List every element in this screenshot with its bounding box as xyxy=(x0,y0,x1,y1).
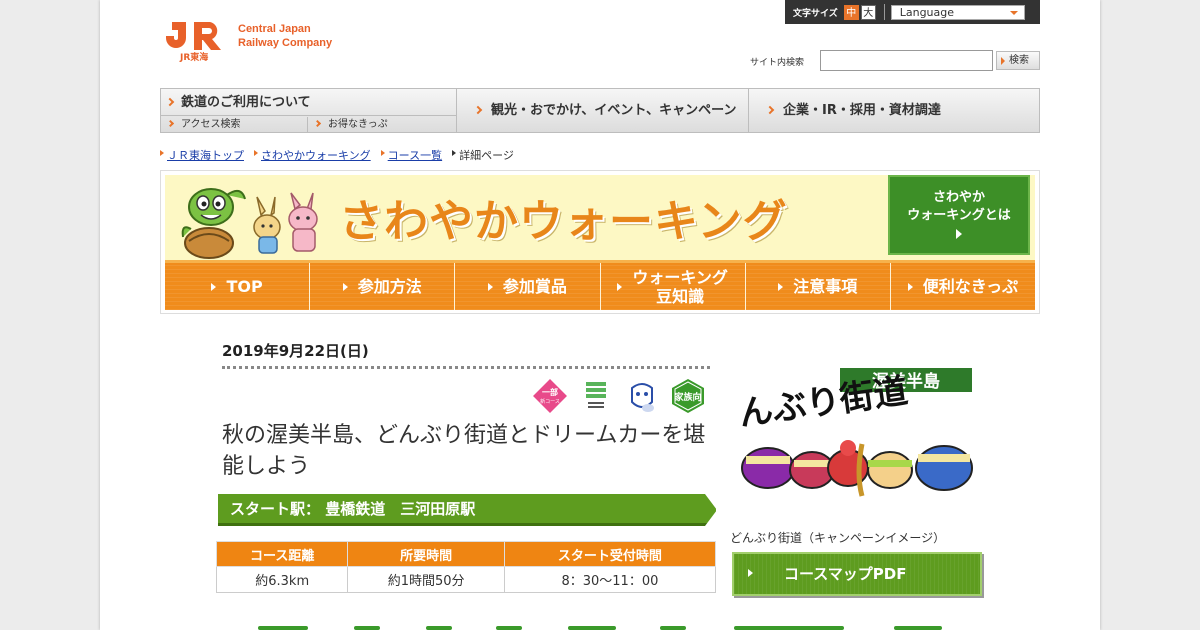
walking-nav: TOP 参加方法 参加賞品 ウォーキング 豆知識 注意事項 便利なきっぷ xyxy=(165,260,1036,310)
language-select[interactable]: Language xyxy=(890,4,1025,20)
campaign-image-caption: どんぶり街道（キャンペーンイメージ） xyxy=(730,531,946,545)
logo-sub-text: JR東海 xyxy=(180,53,209,63)
triangle-right-icon xyxy=(617,282,623,291)
banner-header: さわやかウォーキング さわやか ウォーキングとは xyxy=(165,175,1035,260)
logo-line-2: Railway Company xyxy=(238,37,333,49)
triangle-right-icon xyxy=(956,229,962,239)
table-row: 約6.3km 約1時間50分 8：30～11：00 xyxy=(215,566,717,593)
triangle-right-icon xyxy=(748,569,753,577)
walking-banner: さわやかウォーキング さわやか ウォーキングとは TOP 参加方法 参加賞品 ウ… xyxy=(160,170,1040,314)
walking-nav-top-label: TOP xyxy=(226,277,263,296)
gnav-sightseeing-label: 観光・おでかけ、イベント、キャンペーン xyxy=(491,103,737,118)
donburi-campaign-image: 渥美半島 どんぶり街道 xyxy=(738,368,973,497)
page: JR東海 Central Japan Railway Company 文字サイズ… xyxy=(100,0,1100,630)
gnav-rail-group: 鉄道のご利用について アクセス検索 お得なきっぷ xyxy=(161,89,457,132)
breadcrumb-walking[interactable]: さわやかウォーキング xyxy=(254,147,371,163)
chevron-right-icon xyxy=(166,119,175,128)
gnav-corporate-label: 企業・IR・採用・資材調達 xyxy=(783,103,941,118)
family-friendly-icon: 家族向 xyxy=(672,379,704,413)
breadcrumb-current: 詳細ページ xyxy=(452,147,514,163)
triangle-right-icon xyxy=(211,282,217,291)
walking-nav-top[interactable]: TOP xyxy=(165,263,311,310)
course-distance-value: 約6.3km xyxy=(215,566,349,593)
start-reception-value: 8：30～11：00 xyxy=(503,566,717,593)
start-station: スタート駅： 豊橋鉄道 三河田原駅 xyxy=(218,494,717,526)
about-line-2: ウォーキングとは xyxy=(907,208,1011,223)
partial-new-course-icon: 一部 新コース xyxy=(533,379,567,413)
breadcrumb-course-list[interactable]: コース一覧 xyxy=(380,147,442,163)
walking-nav-tickets[interactable]: 便利なきっぷ xyxy=(890,263,1036,310)
chevron-right-icon xyxy=(765,105,775,115)
bottom-icons-strip xyxy=(258,626,942,630)
fontsize-label: 文字サイズ xyxy=(793,8,838,19)
mascot-character-icon xyxy=(631,383,654,412)
logo-text: Central Japan Railway Company xyxy=(238,22,332,50)
gnav-sightseeing[interactable]: 観光・おでかけ、イベント、キャンペーン xyxy=(457,89,749,132)
dotted-divider xyxy=(222,366,710,369)
about-walking-button[interactable]: さわやか ウォーキングとは xyxy=(888,175,1030,255)
walking-nav-how-to-join-label: 参加方法 xyxy=(357,277,422,296)
walking-nav-prizes-label: 参加賞品 xyxy=(502,277,567,296)
gnav-rail-usage[interactable]: 鉄道のご利用について xyxy=(161,89,457,116)
course-map-pdf-label: コースマップPDF xyxy=(784,565,907,583)
gnav-discount-tickets[interactable]: お得なきっぷ xyxy=(308,117,457,132)
walking-rally-icon xyxy=(584,380,608,412)
breadcrumb-home[interactable]: ＪＲ東海トップ xyxy=(160,147,244,163)
walking-nav-trivia[interactable]: ウォーキング 豆知識 xyxy=(600,263,746,310)
triangle-right-icon xyxy=(342,282,348,291)
fontsize-large-button[interactable]: 大 xyxy=(860,4,876,20)
rabbit-mascots-icon xyxy=(253,192,318,254)
walking-nav-notes[interactable]: 注意事項 xyxy=(745,263,891,310)
breadcrumb: ＪＲ東海トップ さわやかウォーキング コース一覧 詳細ページ xyxy=(160,147,514,163)
walking-nav-how-to-join[interactable]: 参加方法 xyxy=(310,263,456,310)
about-line-1: さわやか xyxy=(932,190,985,205)
header-course-distance: コース距離 xyxy=(215,541,349,567)
gnav-corporate[interactable]: 企業・IR・採用・資材調達 xyxy=(749,89,1039,132)
course-map-pdf-button[interactable]: コースマップPDF xyxy=(732,552,982,596)
partial-course-badge-text: 一部 xyxy=(542,387,558,397)
gnav-access-search-label: アクセス検索 xyxy=(181,119,241,130)
partial-course-badge-subtext: 新コース xyxy=(540,398,560,405)
course-info-table: コース距離 所要時間 スタート受付時間 約6.3km 約1時間50分 8：30～… xyxy=(215,541,717,593)
event-badges: 一部 新コース 家族向 xyxy=(532,378,706,414)
triangle-right-icon xyxy=(907,282,913,291)
walking-nav-trivia-line-2: 豆知識 xyxy=(656,286,705,306)
walking-nav-tickets-label: 便利なきっぷ xyxy=(922,277,1019,296)
walking-nav-trivia-line-1: ウォーキング xyxy=(632,267,728,287)
search-button[interactable]: 検索 xyxy=(996,51,1040,70)
chevron-right-icon xyxy=(313,119,322,128)
logo-line-1: Central Japan xyxy=(238,23,311,35)
table-header-row: コース距離 所要時間 スタート受付時間 xyxy=(215,541,717,567)
triangle-right-icon xyxy=(487,282,493,291)
header-start-reception: スタート受付時間 xyxy=(503,541,717,567)
fontsize-medium-button[interactable]: 中 xyxy=(843,4,859,20)
campaign-image-text: どんぶり街道 xyxy=(738,371,910,439)
header-duration: 所要時間 xyxy=(347,541,505,567)
gnav-rail-usage-label: 鉄道のご利用について xyxy=(181,95,311,110)
chevron-down-icon xyxy=(1009,10,1018,15)
triangle-right-icon xyxy=(778,282,784,291)
event-title: 秋の渥美半島、どんぶり街道とドリームカーを堪能しよう xyxy=(222,423,706,479)
duration-value: 約1時間50分 xyxy=(347,566,505,593)
site-search-input[interactable] xyxy=(820,50,993,71)
banner-title: さわやかウォーキング xyxy=(339,196,788,247)
family-badge-text: 家族向 xyxy=(674,391,701,403)
walking-nav-notes-label: 注意事項 xyxy=(793,277,858,296)
gnav-access-search[interactable]: アクセス検索 xyxy=(161,117,308,132)
event-date: 2019年9月22日(日) xyxy=(222,342,369,360)
global-nav: 鉄道のご利用について アクセス検索 お得なきっぷ 観光・おでかけ、イベント、キャ… xyxy=(160,88,1040,133)
chevron-right-icon xyxy=(165,97,175,107)
fontsize-language-bar: 文字サイズ 中 大 Language xyxy=(785,0,1040,24)
language-select-label: Language xyxy=(899,5,955,19)
donburi-bowls-icon xyxy=(741,440,973,497)
walking-nav-prizes[interactable]: 参加賞品 xyxy=(455,263,601,310)
site-search-label: サイト内検索 xyxy=(750,58,805,68)
gnav-discount-tickets-label: お得なきっぷ xyxy=(328,119,388,130)
walking-nav-trivia-label: ウォーキング 豆知識 xyxy=(632,268,728,306)
chevron-right-icon xyxy=(473,105,483,115)
jr-central-logo[interactable]: JR東海 Central Japan Railway Company xyxy=(164,16,354,66)
fontsize-divider xyxy=(883,4,885,20)
turtle-mascot-icon xyxy=(181,188,246,259)
